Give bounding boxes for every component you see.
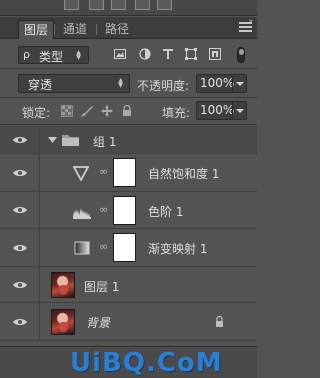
eye-icon bbox=[13, 281, 27, 288]
toolbar-icon[interactable] bbox=[111, 0, 126, 10]
toolbar-icon[interactable] bbox=[135, 0, 150, 10]
shape-filter-icon[interactable] bbox=[185, 48, 197, 60]
folder-icon bbox=[62, 135, 79, 146]
tab-channels[interactable]: 通道 bbox=[58, 20, 92, 39]
chevron-down-icon[interactable] bbox=[232, 75, 246, 92]
layers-list: 组 1 ∞ 自然饱和度 1 ∞ 色阶 1 ∞ 渐变映射 1 图层 1 背景 bbox=[0, 126, 257, 346]
layer-name: 自然饱和度 1 bbox=[148, 167, 220, 181]
visibility-toggle[interactable] bbox=[0, 229, 40, 266]
eye-icon bbox=[13, 169, 27, 176]
updown-arrows-icon: ▲ ▼ bbox=[118, 77, 123, 89]
fill-label: 填充: bbox=[162, 106, 191, 120]
layer-mask-thumbnail[interactable] bbox=[113, 233, 136, 262]
filter-kind-label: 类型 bbox=[39, 50, 64, 64]
eye-icon bbox=[13, 136, 27, 143]
adjustment-filter-icon[interactable] bbox=[139, 48, 151, 60]
visibility-toggle[interactable] bbox=[0, 303, 40, 340]
lock-label: 锁定: bbox=[22, 106, 51, 120]
layer-row-group[interactable]: 组 1 bbox=[0, 126, 257, 154]
lock-image-pixels-icon[interactable] bbox=[81, 105, 93, 117]
layer-name: 背景 bbox=[86, 316, 111, 330]
lock-transparent-pixels-icon[interactable] bbox=[61, 105, 73, 117]
link-icon[interactable]: ∞ bbox=[99, 240, 108, 253]
watermark-text: UiBQ.CoM bbox=[70, 348, 223, 378]
lock-all-icon[interactable] bbox=[121, 105, 133, 117]
levels-icon bbox=[73, 208, 91, 219]
layer-thumbnail[interactable] bbox=[51, 309, 75, 335]
lock-position-icon[interactable] bbox=[101, 105, 113, 117]
link-icon[interactable]: ∞ bbox=[99, 165, 108, 178]
visibility-toggle[interactable] bbox=[0, 126, 40, 153]
fill-field[interactable]: 100% bbox=[196, 101, 247, 120]
layer-mask-thumbnail[interactable] bbox=[113, 196, 136, 225]
blend-mode-select[interactable]: 穿透 ▲ ▼ bbox=[18, 74, 130, 93]
layer-row-adjustment[interactable]: ∞ 色阶 1 bbox=[0, 192, 257, 229]
link-icon[interactable]: ∞ bbox=[99, 203, 108, 216]
smart-object-filter-icon[interactable] bbox=[209, 48, 221, 60]
layer-row-adjustment[interactable]: ∞ 渐变映射 1 bbox=[0, 229, 257, 267]
updown-arrows-icon: ▲ ▼ bbox=[76, 49, 81, 61]
vibrance-icon bbox=[73, 166, 89, 181]
toolbar-icon[interactable] bbox=[89, 0, 104, 10]
tab-separator bbox=[54, 24, 55, 35]
panel-menu-icon[interactable]: » bbox=[239, 17, 253, 34]
divider bbox=[0, 68, 257, 69]
opacity-value: 100% bbox=[200, 76, 235, 90]
layer-thumbnail[interactable] bbox=[51, 272, 75, 298]
layer-row-pixel[interactable]: 图层 1 bbox=[0, 267, 257, 303]
expand-triangle-icon[interactable] bbox=[48, 136, 57, 144]
layer-name: 渐变映射 1 bbox=[148, 242, 208, 256]
pixel-filter-icon[interactable] bbox=[114, 48, 126, 60]
opacity-label: 不透明度: bbox=[137, 79, 190, 93]
visibility-toggle[interactable] bbox=[0, 154, 40, 191]
lock-icon bbox=[216, 316, 223, 327]
top-toolbar-strip bbox=[0, 0, 257, 16]
eye-icon bbox=[13, 207, 27, 213]
blend-mode-value: 穿透 bbox=[28, 78, 53, 92]
divider bbox=[0, 124, 257, 125]
type-filter-icon[interactable] bbox=[162, 48, 174, 60]
divider bbox=[0, 97, 257, 98]
tab-paths[interactable]: 路径 bbox=[100, 20, 134, 39]
layer-mask-thumbnail[interactable] bbox=[113, 158, 136, 187]
visibility-toggle[interactable] bbox=[0, 267, 40, 302]
visibility-toggle[interactable] bbox=[0, 192, 40, 228]
layer-name: 图层 1 bbox=[84, 280, 120, 294]
eye-icon bbox=[13, 318, 27, 325]
layer-row-background[interactable]: 背景 bbox=[0, 303, 257, 341]
tab-layers[interactable]: 图层 bbox=[18, 20, 55, 39]
layer-row-adjustment[interactable]: ∞ 自然饱和度 1 bbox=[0, 154, 257, 192]
toolbar-icon[interactable] bbox=[157, 0, 172, 10]
toolbar-icon[interactable] bbox=[64, 0, 79, 10]
opacity-field[interactable]: 100% bbox=[196, 74, 247, 93]
layer-name: 色阶 1 bbox=[148, 205, 184, 219]
fill-value: 100% bbox=[200, 103, 235, 117]
panel-tab-bar: 图层 通道 路径 » bbox=[0, 17, 257, 39]
layer-name: 组 1 bbox=[93, 135, 117, 149]
eye-icon bbox=[13, 244, 27, 251]
filter-toggle-switch[interactable] bbox=[237, 47, 245, 63]
tab-separator bbox=[96, 24, 97, 35]
filter-kind-select[interactable]: ρ 类型 ▲ ▼ bbox=[18, 46, 89, 64]
chevron-down-icon[interactable] bbox=[232, 102, 246, 119]
search-icon: ρ bbox=[23, 48, 30, 61]
gradient-map-icon bbox=[74, 241, 90, 255]
